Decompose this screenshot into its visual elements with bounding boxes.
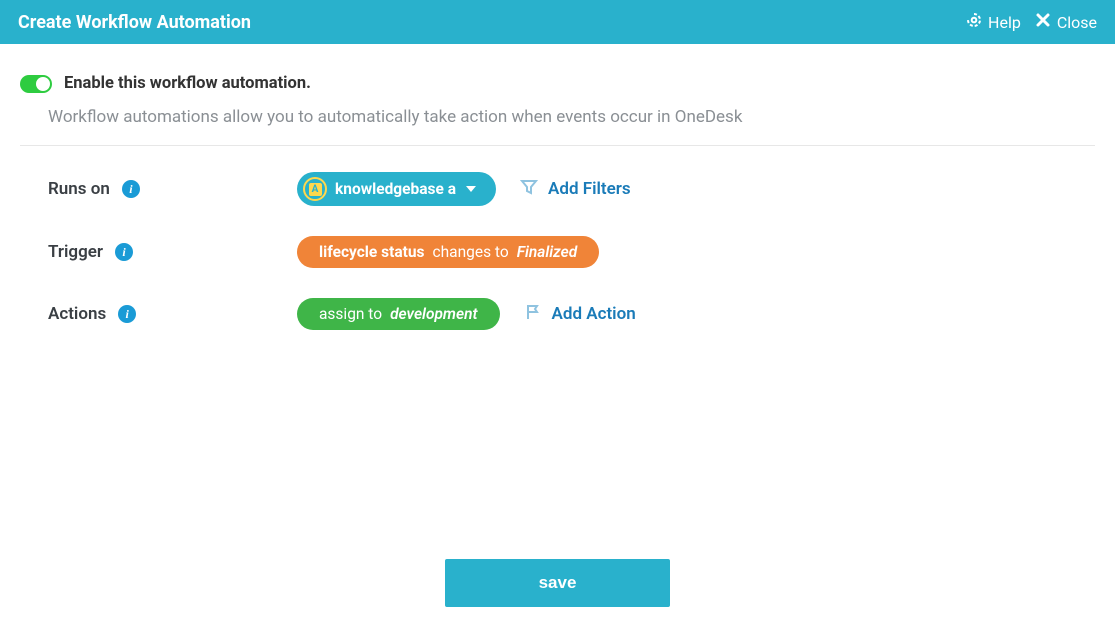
- chevron-down-icon: [466, 186, 476, 192]
- info-icon[interactable]: i: [122, 180, 140, 198]
- add-filters-button[interactable]: Add Filters: [520, 178, 631, 201]
- dialog-content: Enable this workflow automation. Workflo…: [0, 44, 1115, 330]
- header-actions: Help Close: [966, 12, 1097, 32]
- actions-value: assign to development Add Action: [297, 298, 636, 330]
- dialog-footer: save: [0, 559, 1115, 607]
- trigger-pill[interactable]: lifecycle status changes to Finalized: [297, 236, 599, 268]
- help-label: Help: [988, 13, 1021, 32]
- runs-on-dropdown[interactable]: A knowledgebase a: [297, 172, 496, 206]
- close-icon: [1035, 12, 1051, 32]
- close-button[interactable]: Close: [1035, 12, 1097, 32]
- action-verb: assign to: [319, 305, 382, 323]
- runs-on-selected: knowledgebase a: [335, 180, 456, 198]
- actions-label-wrap: Actions i: [48, 304, 297, 324]
- trigger-label: Trigger: [48, 242, 103, 262]
- trigger-field: lifecycle status: [319, 243, 425, 261]
- enable-label: Enable this workflow automation.: [64, 74, 311, 93]
- add-action-label: Add Action: [552, 304, 636, 324]
- info-icon[interactable]: i: [115, 243, 133, 261]
- flag-icon: [524, 303, 542, 326]
- divider: [20, 145, 1095, 146]
- action-pill[interactable]: assign to development: [297, 298, 500, 330]
- add-action-button[interactable]: Add Action: [524, 303, 636, 326]
- enable-toggle[interactable]: [20, 75, 52, 93]
- dialog-header: Create Workflow Automation Help Close: [0, 0, 1115, 44]
- trigger-value: lifecycle status changes to Finalized: [297, 236, 599, 268]
- toggle-knob: [36, 77, 50, 91]
- enable-row: Enable this workflow automation.: [20, 74, 1095, 93]
- save-button[interactable]: save: [445, 559, 670, 607]
- trigger-label-wrap: Trigger i: [48, 242, 297, 262]
- dialog-title: Create Workflow Automation: [18, 12, 251, 33]
- runs-on-label: Runs on: [48, 179, 110, 199]
- description-text: Workflow automations allow you to automa…: [20, 107, 1095, 127]
- action-value-text: development: [390, 305, 477, 323]
- filter-icon: [520, 178, 538, 201]
- actions-label: Actions: [48, 304, 106, 324]
- runs-on-value: A knowledgebase a Add Filters: [297, 172, 631, 206]
- trigger-row: Trigger i lifecycle status changes to Fi…: [20, 236, 1095, 268]
- runs-on-label-wrap: Runs on i: [48, 179, 297, 199]
- help-icon: [966, 12, 982, 32]
- actions-row: Actions i assign to development Add Acti…: [20, 298, 1095, 330]
- info-icon[interactable]: i: [118, 305, 136, 323]
- knowledgebase-icon: A: [303, 177, 327, 201]
- help-button[interactable]: Help: [966, 12, 1021, 32]
- close-label: Close: [1057, 13, 1097, 32]
- trigger-value-text: Finalized: [517, 243, 578, 261]
- trigger-verb: changes to: [433, 243, 509, 261]
- add-filters-label: Add Filters: [548, 179, 631, 199]
- runs-on-row: Runs on i A knowledgebase a Add Filters: [20, 172, 1095, 206]
